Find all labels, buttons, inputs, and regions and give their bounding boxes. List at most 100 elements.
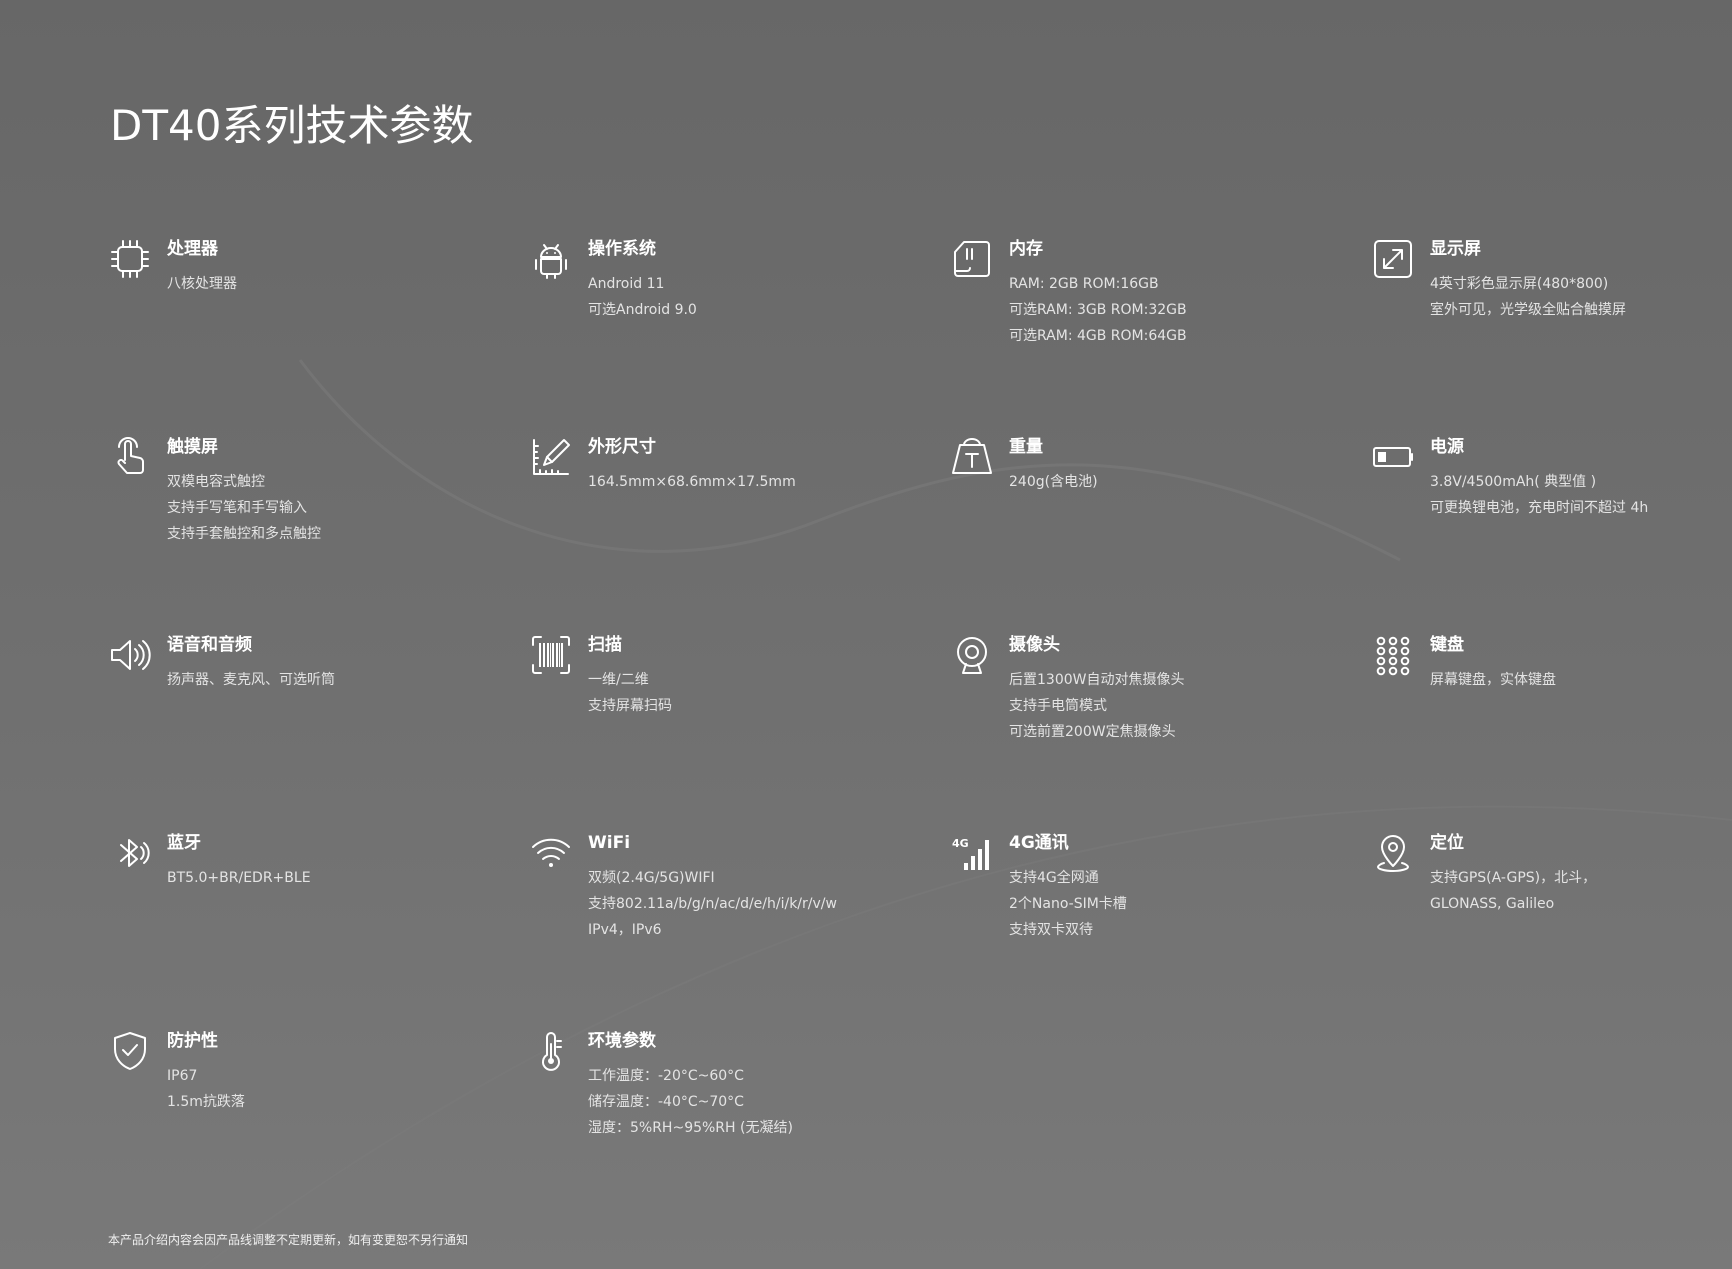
- spec-body: WiFi 双频(2.4G/5G)WIFI 支持802.11a/b/g/n/ac/d/…: [588, 830, 837, 943]
- spec-title: 蓝牙: [167, 833, 201, 853]
- bluetooth-icon: [108, 831, 152, 875]
- location-pin-icon: [1371, 831, 1415, 875]
- spec-item: 处理器 八核处理器: [108, 236, 529, 434]
- cpu-icon: [108, 237, 152, 281]
- spec-title: 触摸屏: [167, 437, 218, 457]
- spec-grid: 处理器八核处理器 操作系统 Android 11 可选Android 9.0 内存 RAM…: [108, 236, 1688, 1226]
- ruler-pen-icon: [529, 435, 573, 479]
- spec-value: 支持屏幕扫码: [588, 698, 672, 714]
- spec-title: 处理器: [167, 239, 218, 259]
- spec-item: 触摸屏双模电容式触控支持手写笔和手写输入 支持手套触控和多点触控: [108, 434, 529, 632]
- spec-item: 语音和音频扬声器、麦克风、可选听筒: [108, 632, 529, 830]
- spec-title: WiFi: [588, 833, 631, 853]
- spec-title: 环境参数: [588, 1031, 656, 1051]
- spec-value: IP67: [167, 1068, 198, 1084]
- speaker-icon: [108, 633, 152, 677]
- svg-text:4G: 4G: [952, 837, 969, 850]
- spec-title: 显示屏: [1430, 239, 1481, 259]
- spec-body: 键盘屏幕键盘，实体键盘: [1430, 632, 1556, 693]
- spec-value: 支持GPS(A-GPS)，北斗，: [1430, 870, 1597, 886]
- barcode-scan-icon: [529, 633, 573, 677]
- spec-item: 重量 240g(含电池): [950, 434, 1371, 632]
- footnote: 本产品介绍内容会因产品线调整不定期更新，如有变更恕不另行通知: [108, 1233, 469, 1247]
- webcam-icon: [950, 633, 994, 677]
- spec-body: 蓝牙 BT5.0+BR/EDR+BLE: [167, 830, 311, 891]
- thermometer-icon: [529, 1029, 573, 1073]
- spec-title: 语音和音频: [167, 635, 252, 655]
- weight-icon: [950, 435, 994, 479]
- expand-screen-icon: [1371, 237, 1415, 281]
- spec-item: 显示屏 4英寸彩色显示屏(480*800) 室外可见，光学级全贴合触摸屏: [1371, 236, 1688, 434]
- spec-value: 支持4G全网通: [1009, 870, 1099, 886]
- spec-title: 定位: [1430, 833, 1464, 853]
- spec-item: 键盘屏幕键盘，实体键盘: [1371, 632, 1688, 830]
- spec-value: 双模电容式触控: [167, 474, 265, 490]
- spec-value: 可选RAM: 4GB ROM:64GB: [1009, 328, 1187, 344]
- spec-value: 支持802.11a/b/g/n/ac/d/e/h/i/k/r/v/w: [588, 896, 837, 912]
- spec-title: 内存: [1009, 239, 1043, 259]
- spec-value: GLONASS, Galileo: [1430, 896, 1555, 912]
- spec-value: 屏幕键盘，实体键盘: [1430, 672, 1556, 688]
- spec-value: 可选RAM: 3GB ROM:32GB: [1009, 302, 1187, 318]
- spec-value: 3.8V/4500mAh( 典型值 ): [1430, 474, 1597, 490]
- spec-title: 电源: [1430, 437, 1464, 457]
- spec-value: 1.5m抗跌落: [167, 1094, 245, 1110]
- battery-icon: [1371, 435, 1415, 479]
- spec-value: 支持手电筒模式: [1009, 698, 1107, 714]
- spec-body: 外形尺寸 164.5mm×68.6mm×17.5mm: [588, 434, 796, 495]
- spec-value: 可选前置200W定焦摄像头: [1009, 724, 1176, 740]
- spec-value: RAM: 2GB ROM:16GB: [1009, 276, 1159, 292]
- spec-value: 164.5mm×68.6mm×17.5mm: [588, 474, 796, 490]
- spec-item: 定位支持GPS(A-GPS)，北斗， GLONASS, Galileo: [1371, 830, 1688, 1028]
- spec-body: 定位支持GPS(A-GPS)，北斗， GLONASS, Galileo: [1430, 830, 1596, 917]
- spec-body: 重量 240g(含电池): [1009, 434, 1098, 495]
- spec-item: 环境参数工作温度：-20°C~60°C 储存温度：-40°C~70°C 湿度：5%R…: [529, 1028, 950, 1226]
- spec-value: 4英寸彩色显示屏(480*800): [1430, 276, 1609, 292]
- spec-value: 2个Nano-SIM卡槽: [1009, 896, 1127, 912]
- spec-value: 湿度：5%RH~95%RH (无凝结): [588, 1120, 793, 1136]
- spec-value: 支持双卡双待: [1009, 922, 1093, 938]
- spec-value: 后置1300W自动对焦摄像头: [1009, 672, 1185, 688]
- wifi-icon: [529, 831, 573, 875]
- spec-title: 摄像头: [1009, 635, 1060, 655]
- spec-title: 操作系统: [588, 239, 656, 259]
- spec-value: 一维/二维: [588, 672, 649, 688]
- spec-body: 触摸屏双模电容式触控支持手写笔和手写输入 支持手套触控和多点触控: [167, 434, 321, 547]
- spec-value: 室外可见，光学级全贴合触摸屏: [1430, 302, 1626, 318]
- spec-item: 扫描 一维/二维 支持屏幕扫码: [529, 632, 950, 830]
- spec-value: 可更换锂电池，充电时间不超过 4h: [1430, 500, 1649, 516]
- spec-value: 八核处理器: [167, 276, 237, 292]
- spec-item: 摄像头后置1300W自动对焦摄像头 支持手电筒模式可选前置200W定焦摄像头: [950, 632, 1371, 830]
- spec-body: 处理器 八核处理器: [167, 236, 237, 297]
- spec-title: 重量: [1009, 437, 1043, 457]
- spec-value: 支持手套触控和多点触控: [167, 526, 321, 542]
- touch-hand-icon: [108, 435, 152, 479]
- spec-item: 操作系统 Android 11 可选Android 9.0: [529, 236, 950, 434]
- spec-title: 键盘: [1430, 635, 1464, 655]
- spec-value: BT5.0+BR/EDR+BLE: [167, 870, 311, 886]
- spec-value: 支持手写笔和手写输入: [167, 500, 307, 516]
- spec-body: 电源 3.8V/4500mAh( 典型值 ) 可更换锂电池，充电时间不超过 4h: [1430, 434, 1648, 521]
- spec-body: 语音和音频扬声器、麦克风、可选听筒: [167, 632, 335, 693]
- spec-body: 摄像头后置1300W自动对焦摄像头 支持手电筒模式可选前置200W定焦摄像头: [1009, 632, 1184, 745]
- spec-item: WiFi 双频(2.4G/5G)WIFI 支持802.11a/b/g/n/ac/d/…: [529, 830, 950, 1028]
- spec-body: 内存 RAM: 2GB ROM:16GB 可选RAM: 3GB ROM:32GB 可选…: [1009, 236, 1187, 349]
- page-title: DT40系列技术参数: [110, 101, 474, 150]
- spec-body: 防护性 IP67 1.5m抗跌落: [167, 1028, 245, 1115]
- keypad-icon: [1371, 633, 1415, 677]
- android-icon: [529, 237, 573, 281]
- spec-body: 扫描 一维/二维 支持屏幕扫码: [588, 632, 672, 719]
- spec-body: 环境参数工作温度：-20°C~60°C 储存温度：-40°C~70°C 湿度：5%R…: [588, 1028, 793, 1141]
- spec-value: 工作温度：-20°C~60°C: [588, 1068, 744, 1084]
- spec-value: 储存温度：-40°C~70°C: [588, 1094, 744, 1110]
- spec-item: 内存 RAM: 2GB ROM:16GB 可选RAM: 3GB ROM:32GB 可选…: [950, 236, 1371, 434]
- sd-card-icon: [950, 237, 994, 281]
- spec-value: 可选Android 9.0: [588, 302, 697, 318]
- spec-value: IPv4，IPv6: [588, 922, 662, 938]
- shield-check-icon: [108, 1029, 152, 1073]
- spec-value: 240g(含电池): [1009, 474, 1098, 490]
- spec-body: 操作系统 Android 11 可选Android 9.0: [588, 236, 697, 323]
- spec-title: 4G通讯: [1009, 833, 1069, 853]
- spec-value: 扬声器、麦克风、可选听筒: [167, 672, 335, 688]
- spec-body: 4G通讯支持4G全网通 2个Nano-SIM卡槽 支持双卡双待: [1009, 830, 1127, 943]
